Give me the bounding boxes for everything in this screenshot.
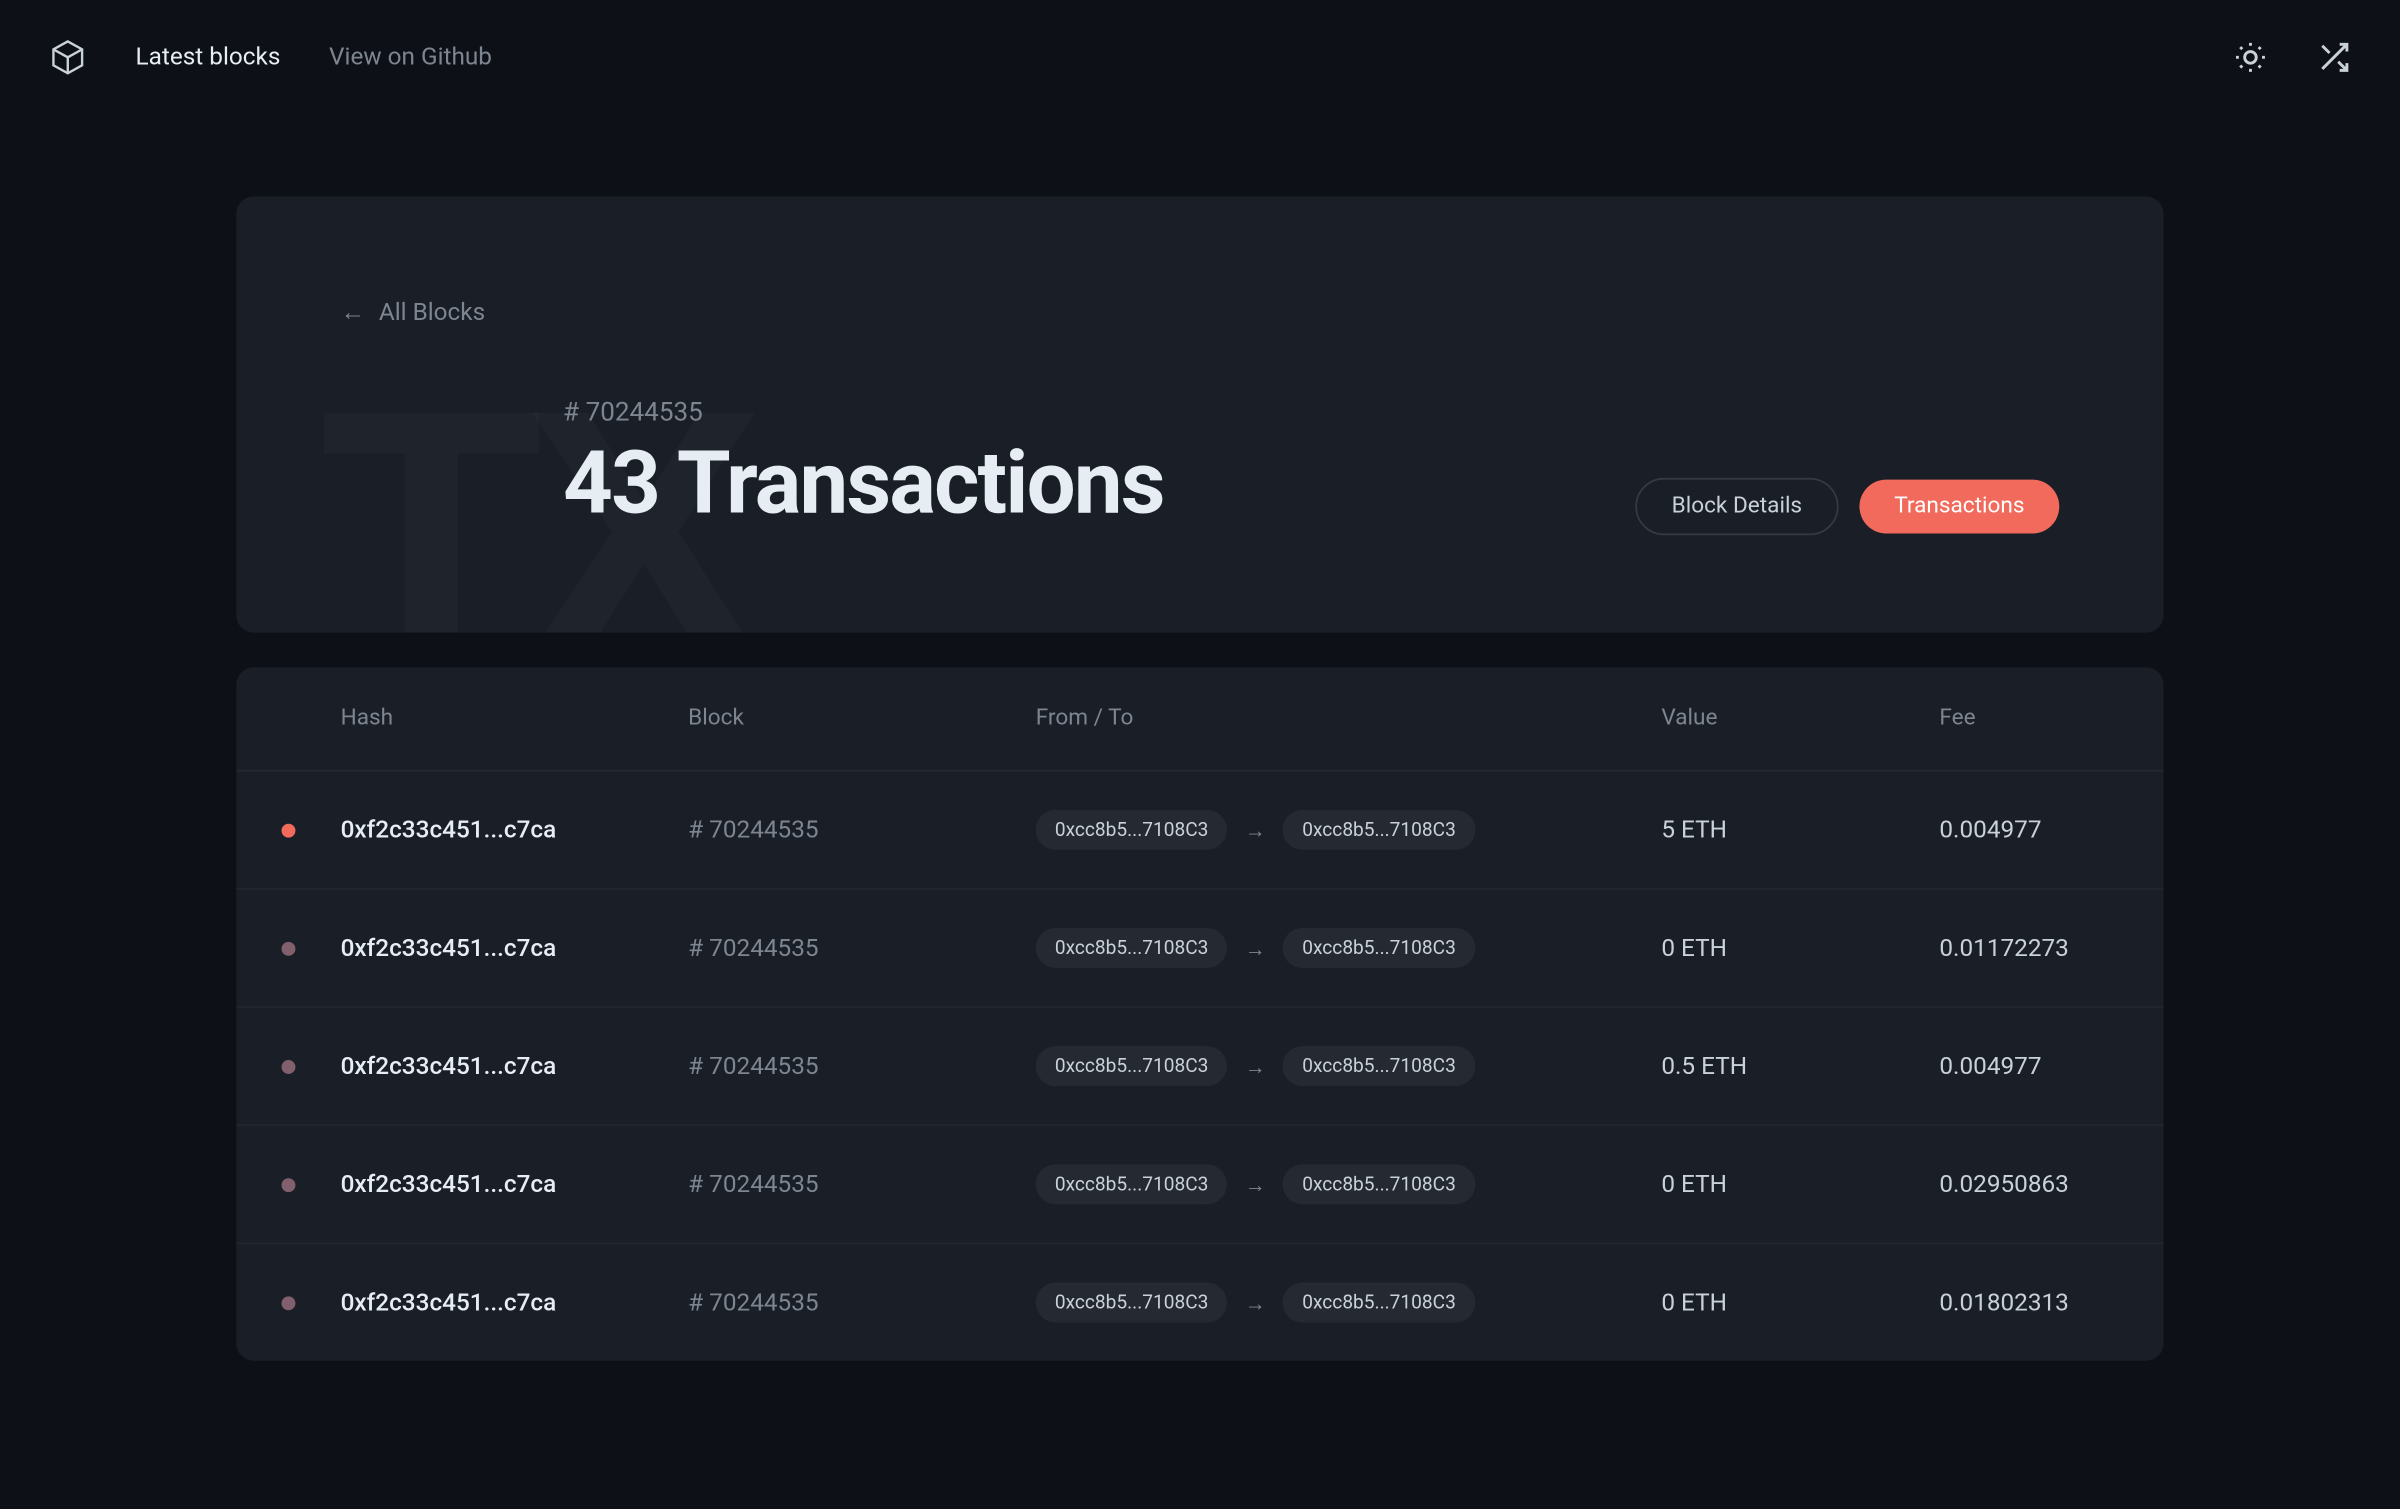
tx-fee: 0.01802313 — [1939, 1289, 2111, 1317]
arrow-right-icon: → — [1245, 936, 1266, 960]
tx-block[interactable]: # 70244535 — [688, 1289, 1036, 1317]
table-header: Hash Block From / To Value Fee — [236, 667, 2163, 771]
shuffle-icon[interactable] — [2316, 39, 2351, 74]
nav-links: Latest blocks View on Github — [136, 43, 492, 71]
tx-hash[interactable]: 0xf2c33c451...c7ca — [341, 1289, 689, 1317]
breadcrumb-all-blocks[interactable]: ← All Blocks — [341, 297, 486, 327]
tx-value: 5 ETH — [1661, 816, 1939, 844]
table-row[interactable]: 0xf2c33c451...c7ca # 70244535 0xcc8b5...… — [236, 1008, 2163, 1126]
status-indicator — [236, 1177, 340, 1191]
table-row[interactable]: 0xf2c33c451...c7ca # 70244535 0xcc8b5...… — [236, 890, 2163, 1008]
block-number: # 70244535 — [563, 396, 1164, 427]
tx-hash[interactable]: 0xf2c33c451...c7ca — [341, 816, 689, 844]
from-address[interactable]: 0xcc8b5...7108C3 — [1036, 810, 1228, 850]
tx-fromto: 0xcc8b5...7108C3 → 0xcc8b5...7108C3 — [1036, 928, 1662, 968]
to-address[interactable]: 0xcc8b5...7108C3 — [1283, 1046, 1475, 1086]
nav-latest-blocks[interactable]: Latest blocks — [136, 43, 281, 71]
tx-block[interactable]: # 70244535 — [688, 1052, 1036, 1080]
theme-toggle-icon[interactable] — [2233, 39, 2268, 74]
status-indicator — [236, 823, 340, 837]
tx-block[interactable]: # 70244535 — [688, 1170, 1036, 1198]
status-dot-icon — [282, 1296, 296, 1310]
tx-value: 0 ETH — [1661, 1289, 1939, 1317]
to-address[interactable]: 0xcc8b5...7108C3 — [1283, 1282, 1475, 1322]
header-left: Latest blocks View on Github — [49, 37, 492, 75]
tx-fee: 0.01172273 — [1939, 934, 2111, 962]
status-dot-icon — [282, 823, 296, 837]
breadcrumb-label: All Blocks — [379, 298, 485, 326]
block-details-button[interactable]: Block Details — [1635, 478, 1838, 535]
tx-hash[interactable]: 0xf2c33c451...c7ca — [341, 1052, 689, 1080]
arrow-right-icon: → — [1245, 1172, 1266, 1196]
to-address[interactable]: 0xcc8b5...7108C3 — [1283, 810, 1475, 850]
tx-fromto: 0xcc8b5...7108C3 → 0xcc8b5...7108C3 — [1036, 1164, 1662, 1204]
status-dot-icon — [282, 1177, 296, 1191]
status-indicator — [236, 1296, 340, 1310]
to-address[interactable]: 0xcc8b5...7108C3 — [1283, 1164, 1475, 1204]
status-indicator — [236, 1059, 340, 1073]
arrow-right-icon: → — [1245, 1290, 1266, 1314]
from-address[interactable]: 0xcc8b5...7108C3 — [1036, 1282, 1228, 1322]
table-row[interactable]: 0xf2c33c451...c7ca # 70244535 0xcc8b5...… — [236, 1126, 2163, 1244]
header-right — [2233, 39, 2351, 74]
tx-fee: 0.02950863 — [1939, 1170, 2111, 1198]
hero-content: # 70244535 43 Transactions Block Details… — [341, 396, 2060, 535]
th-block: Block — [688, 706, 1036, 732]
to-address[interactable]: 0xcc8b5...7108C3 — [1283, 928, 1475, 968]
arrow-left-icon: ← — [341, 297, 365, 327]
status-indicator — [236, 941, 340, 955]
table-row[interactable]: 0xf2c33c451...c7ca # 70244535 0xcc8b5...… — [236, 1244, 2163, 1360]
arrow-right-icon: → — [1245, 818, 1266, 842]
th-value: Value — [1661, 706, 1939, 732]
tx-value: 0.5 ETH — [1661, 1052, 1939, 1080]
tx-block[interactable]: # 70244535 — [688, 816, 1036, 844]
app-header: Latest blocks View on Github — [0, 0, 2400, 113]
logo-icon[interactable] — [49, 37, 87, 75]
hero-card: ← All Blocks TX # 70244535 43 Transactio… — [236, 196, 2163, 632]
tx-hash[interactable]: 0xf2c33c451...c7ca — [341, 1170, 689, 1198]
th-fromto: From / To — [1036, 706, 1662, 732]
th-fee: Fee — [1939, 706, 2111, 732]
hero-text: # 70244535 43 Transactions — [563, 396, 1164, 535]
status-dot-icon — [282, 1059, 296, 1073]
main-content: ← All Blocks TX # 70244535 43 Transactio… — [0, 113, 2400, 1444]
th-hash: Hash — [341, 706, 689, 732]
arrow-right-icon: → — [1245, 1054, 1266, 1078]
hero-actions: Block Details Transactions — [1635, 478, 2059, 535]
from-address[interactable]: 0xcc8b5...7108C3 — [1036, 928, 1228, 968]
tx-fromto: 0xcc8b5...7108C3 → 0xcc8b5...7108C3 — [1036, 1046, 1662, 1086]
tx-hash[interactable]: 0xf2c33c451...c7ca — [341, 934, 689, 962]
tx-fee: 0.004977 — [1939, 816, 2111, 844]
tx-fromto: 0xcc8b5...7108C3 → 0xcc8b5...7108C3 — [1036, 1282, 1662, 1322]
transactions-button[interactable]: Transactions — [1859, 480, 2059, 534]
tx-block[interactable]: # 70244535 — [688, 934, 1036, 962]
page-title: 43 Transactions — [563, 434, 1164, 535]
from-address[interactable]: 0xcc8b5...7108C3 — [1036, 1046, 1228, 1086]
from-address[interactable]: 0xcc8b5...7108C3 — [1036, 1164, 1228, 1204]
tx-fromto: 0xcc8b5...7108C3 → 0xcc8b5...7108C3 — [1036, 810, 1662, 850]
table-body: 0xf2c33c451...c7ca # 70244535 0xcc8b5...… — [236, 772, 2163, 1361]
tx-value: 0 ETH — [1661, 1170, 1939, 1198]
tx-fee: 0.004977 — [1939, 1052, 2111, 1080]
tx-value: 0 ETH — [1661, 934, 1939, 962]
table-row[interactable]: 0xf2c33c451...c7ca # 70244535 0xcc8b5...… — [236, 772, 2163, 890]
transactions-table: Hash Block From / To Value Fee 0xf2c33c4… — [236, 667, 2163, 1360]
status-dot-icon — [282, 941, 296, 955]
nav-view-github[interactable]: View on Github — [329, 43, 492, 71]
